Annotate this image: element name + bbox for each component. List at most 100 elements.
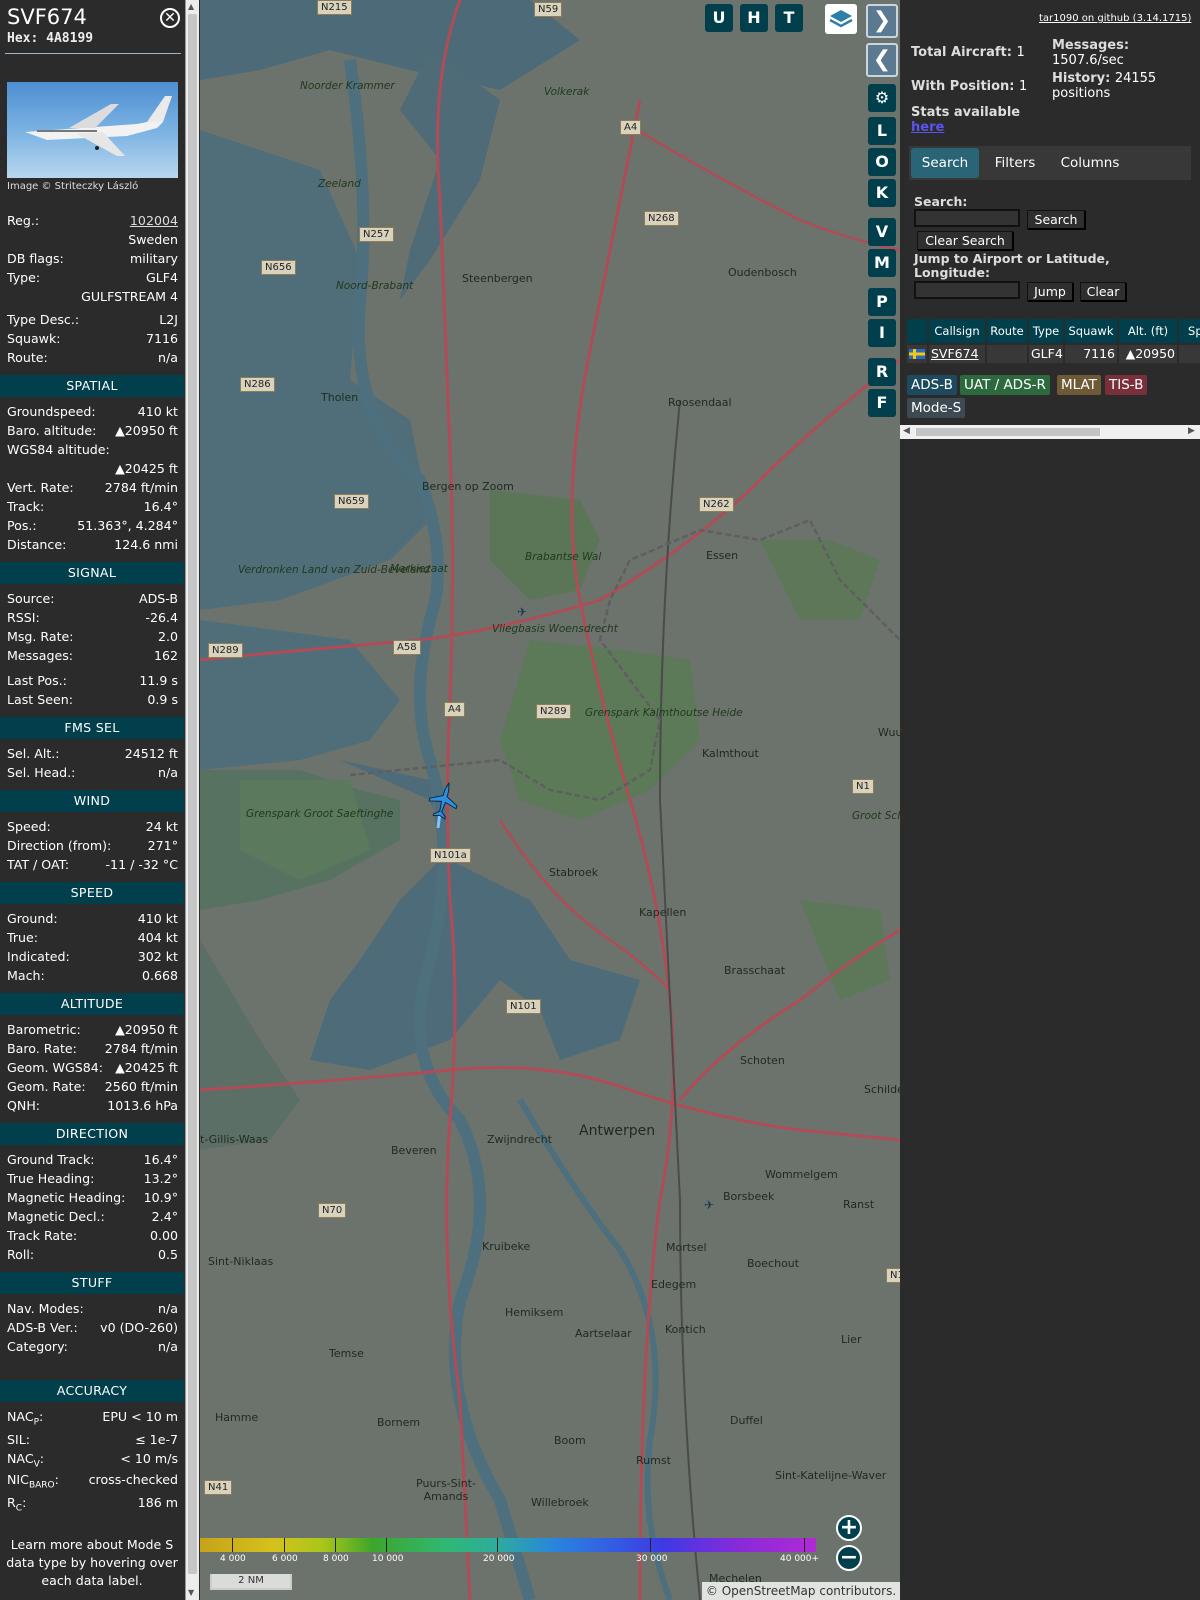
scrollbar-thumb[interactable] — [188, 14, 197, 1574]
settings-button[interactable]: ⚙ — [868, 84, 896, 112]
toggle-m-button[interactable]: M — [868, 249, 896, 277]
github-link[interactable]: tar1090 on github (3.14.1715) — [1039, 13, 1191, 24]
toggle-t-button[interactable]: T — [775, 4, 803, 32]
toggle-o-button[interactable]: O — [868, 148, 896, 176]
scale-line: 2 NM — [210, 1574, 292, 1590]
altitude-tick-label: 8 000 — [323, 1554, 349, 1564]
road-shield: N1 — [852, 779, 874, 794]
reg-link[interactable]: 102004 — [130, 213, 178, 228]
col-speed[interactable]: Spd — [1179, 319, 1200, 343]
accuracy-nic-baro: NICBARO: cross-checked — [7, 1472, 178, 1491]
stats-here-link[interactable]: here — [911, 120, 944, 135]
toggle-l-button[interactable]: L — [868, 117, 896, 145]
aircraft-callsign: SVF674 — [7, 5, 87, 29]
map-view[interactable]: Steenbergen Oudenbosch Tholen Roosendaal… — [200, 0, 900, 1600]
toggle-r-button[interactable]: R — [868, 358, 896, 386]
legend-mlat: MLAT — [1057, 375, 1101, 395]
place-roosendaal: Roosendaal — [668, 396, 732, 409]
park-verdronken-land: Verdronken Land van Zuid-Beveland — [238, 564, 430, 576]
col-squawk[interactable]: Squawk — [1065, 319, 1117, 343]
search-button[interactable]: Search — [1027, 210, 1085, 229]
col-type[interactable]: Type — [1029, 319, 1063, 343]
scrollbar-thumb[interactable] — [916, 428, 1100, 436]
aircraft-marker-icon[interactable] — [426, 780, 462, 830]
toggle-u-button[interactable]: U — [705, 4, 733, 32]
tab-filters[interactable]: Filters — [985, 148, 1045, 178]
aircraft-hex: Hex: 4A8199 — [7, 31, 93, 46]
table-horizontal-scrollbar[interactable]: ◀ ▶ — [900, 425, 1200, 439]
altitude-tick — [650, 1538, 651, 1552]
search-label: Search: — [914, 194, 968, 209]
accuracy-sil: SIL: ≤ 1e-7 — [7, 1432, 178, 1447]
altitude-baro: Barometric: ▲20950 ft — [7, 1022, 178, 1037]
accuracy-rc: RC: 186 m — [7, 1495, 178, 1514]
info-dbflags: DB flags: military — [7, 251, 178, 266]
signal-messages: Messages: 162 — [7, 648, 178, 663]
direction-mag-decl: Magnetic Decl.: 2.4° — [7, 1209, 178, 1224]
place-oudenbosch: Oudenbosch — [728, 266, 797, 279]
scroll-left-icon[interactable]: ◀ — [903, 426, 910, 436]
clear-search-button[interactable]: Clear Search — [917, 231, 1013, 250]
road-shield: N262 — [699, 497, 734, 512]
road-shield: N268 — [644, 211, 679, 226]
info-typedesc: Type Desc.: L2J — [7, 312, 178, 327]
road-shield: N1 — [886, 1268, 900, 1283]
close-icon[interactable]: ✕ — [160, 8, 180, 28]
place-schilde: Schilde — [864, 1083, 900, 1096]
jump-button[interactable]: Jump — [1027, 282, 1073, 301]
altitude-qnh: QNH: 1013.6 hPa — [7, 1098, 178, 1113]
col-route[interactable]: Route — [987, 319, 1027, 343]
place-kruibeke: Kruibeke — [482, 1240, 531, 1253]
place-wommelgem: Wommelgem — [765, 1168, 838, 1181]
search-input[interactable] — [914, 209, 1020, 227]
direction-true-heading: True Heading: 13.2° — [7, 1171, 178, 1186]
toggle-v-button[interactable]: V — [868, 218, 896, 246]
place-boechout: Boechout — [747, 1257, 800, 1270]
row-callsign[interactable]: SVF674 — [929, 345, 985, 363]
place-rumst: Rumst — [636, 1454, 671, 1467]
scroll-up-icon[interactable]: ▲ — [188, 2, 194, 11]
toggle-f-button[interactable]: F — [868, 389, 896, 417]
sidebar-tabs: Search Filters Columns — [909, 146, 1191, 180]
road-shield: N70 — [318, 1203, 347, 1218]
speed-mach: Mach: 0.668 — [7, 968, 178, 983]
aircraft-photo[interactable] — [7, 82, 178, 178]
scroll-right-icon[interactable]: ▶ — [1188, 426, 1195, 436]
direction-roll: Roll: 0.5 — [7, 1247, 178, 1262]
jump-input[interactable] — [914, 281, 1020, 299]
road-shield: A58 — [393, 640, 421, 655]
osm-link[interactable]: OpenStreetMap — [722, 1584, 816, 1598]
info-type: Type: GLF4 — [7, 270, 178, 285]
toggle-k-button[interactable]: K — [868, 179, 896, 207]
speed-true: True: 404 kt — [7, 930, 178, 945]
info-panel-scrollbar[interactable]: ▲ ▼ — [185, 0, 199, 1600]
info-route: Route: n/a — [7, 350, 178, 365]
section-stuff: STUFF — [0, 1272, 184, 1294]
altitude-tick — [232, 1538, 233, 1552]
place-kalmthout: Kalmthout — [702, 747, 759, 760]
jump-label: Jump to Airport or Latitude, Longitude: — [914, 251, 1110, 280]
hex-value: 4A8199 — [46, 31, 94, 46]
zoom-in-button[interactable]: + — [836, 1515, 862, 1541]
toggle-i-button[interactable]: I — [868, 319, 896, 347]
toggle-h-button[interactable]: H — [740, 4, 768, 32]
spatial-wgs-label: WGS84 altitude: — [7, 442, 110, 457]
place-bornem: Bornem — [377, 1416, 421, 1429]
place-puurs-sint-amands: Puurs-Sint-Amands — [416, 1477, 476, 1503]
show-sidebar-button[interactable]: ❯ — [866, 4, 898, 38]
province-noord-brabant: Noord-Brabant — [336, 280, 414, 292]
scroll-down-icon[interactable]: ▼ — [188, 1588, 194, 1597]
header-divider — [5, 53, 181, 54]
hide-sidebar-button[interactable]: ❮ — [866, 43, 898, 77]
layers-button[interactable] — [825, 4, 857, 34]
col-callsign[interactable]: Callsign — [929, 319, 985, 343]
tab-search[interactable]: Search — [911, 148, 979, 178]
water-noorder-krammer: Noorder Krammer — [300, 80, 395, 92]
clear-jump-button[interactable]: Clear — [1080, 282, 1126, 301]
wind-direction: Direction (from): 271° — [7, 838, 178, 853]
zoom-out-button[interactable]: − — [836, 1545, 862, 1571]
tab-columns[interactable]: Columns — [1051, 148, 1129, 178]
col-altitude[interactable]: Alt. (ft) — [1119, 319, 1177, 343]
toggle-p-button[interactable]: P — [868, 288, 896, 316]
help-footer: Learn more about Mode S data type by hov… — [6, 1537, 178, 1588]
